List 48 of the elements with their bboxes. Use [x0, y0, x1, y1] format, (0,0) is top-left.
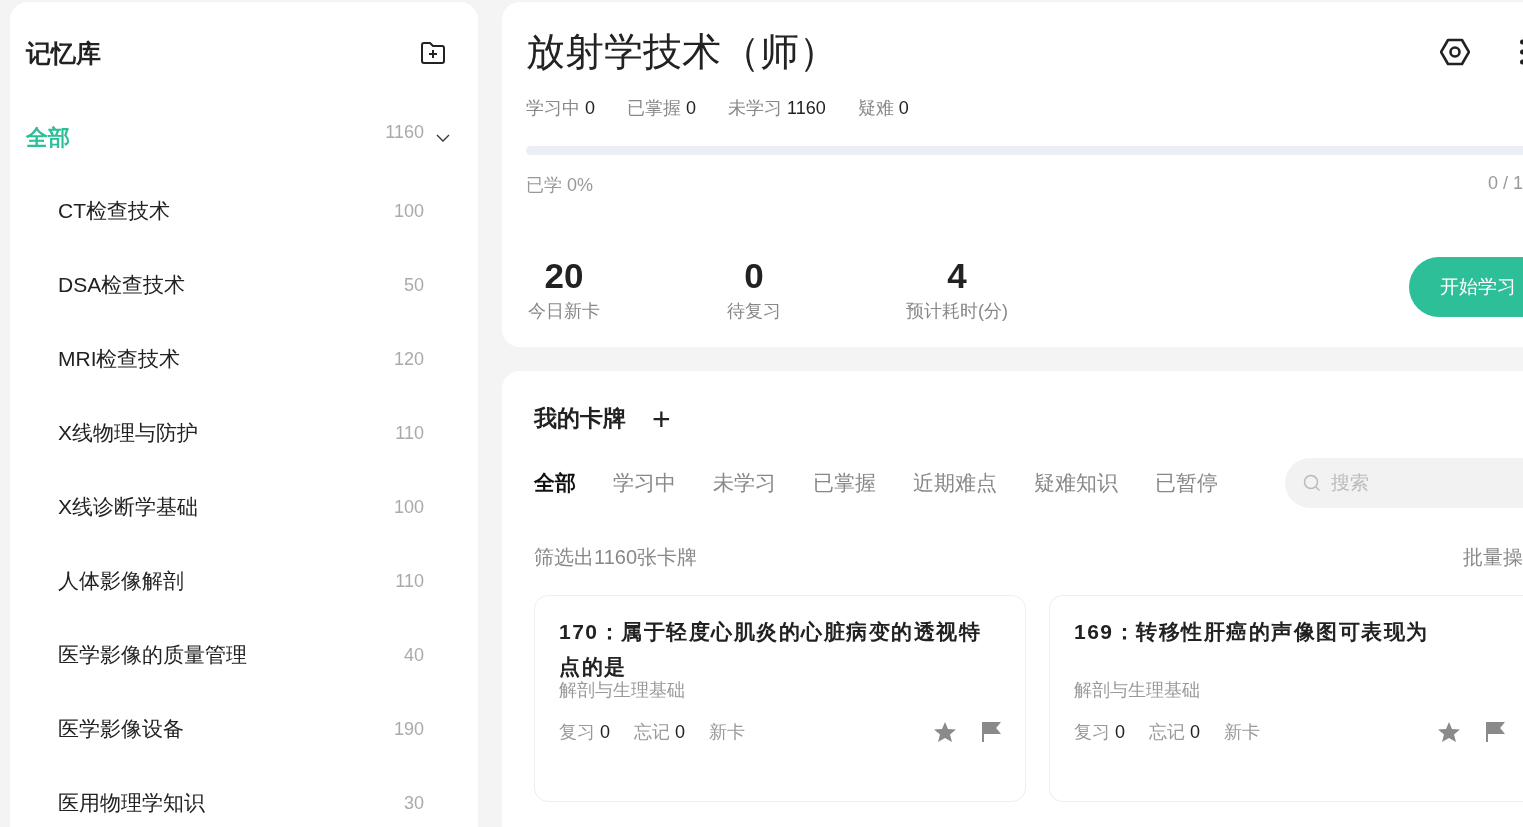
card-title: 170：属于轻度心肌炎的心脏病变的透视特点的是 [559, 619, 983, 680]
filter-tab[interactable]: 疑难知识 [1034, 469, 1118, 497]
filter-count-text: 筛选出1160张卡牌 [534, 545, 697, 570]
stat-text: 疑难 0 [857, 97, 909, 120]
filter-tab[interactable]: 近期难点 [913, 469, 997, 497]
stat-text: 已掌握 0 [627, 97, 697, 120]
sidebar-item[interactable]: 医用物理学知识 30 [26, 766, 478, 827]
progress-label: 已学 0% [526, 174, 594, 197]
progress-count: 0 / 1 [1487, 173, 1523, 195]
sidebar-item[interactable]: 医学影像的质量管理 40 [26, 618, 478, 692]
sidebar-item[interactable]: X线物理与防护 110 [26, 396, 478, 470]
filter-tab[interactable]: 全部 [534, 469, 576, 497]
deck-title: 放射学技术（师） [526, 29, 839, 75]
filter-tab[interactable]: 学习中 [613, 469, 676, 497]
batch-link[interactable]: 批量操 [1463, 544, 1523, 571]
sidebar-item[interactable]: DSA检查技术 50 [26, 248, 478, 322]
flash-card[interactable]: 169：转移性肝癌的声像图可表现为 解剖与生理基础 复习 0 忘记 0 新卡 [1049, 595, 1523, 802]
stat-text: 学习中 0 [526, 97, 595, 120]
stat-label: 今日新卡 [528, 300, 600, 323]
sidebar-item[interactable]: MRI检查技术 120 [26, 322, 478, 396]
filter-tab[interactable]: 已暂停 [1155, 469, 1218, 497]
card-title: 169：转移性肝癌的声像图可表现为 [1074, 619, 1430, 645]
stat-label: 待复习 [727, 300, 781, 323]
stat-value: 4 [947, 257, 967, 295]
stat-label: 预计耗时(分) [906, 300, 1008, 323]
filter-tab[interactable]: 已掌握 [813, 469, 876, 497]
card-status: 新卡 [1224, 721, 1261, 744]
section-title: 我的卡牌 [534, 404, 626, 433]
card-category: 解剖与生理基础 [1074, 679, 1201, 702]
stat-text: 未学习 1160 [728, 97, 826, 120]
review-count: 复习 0 [559, 721, 610, 744]
stat-value: 0 [744, 257, 764, 295]
forget-count: 忘记 0 [634, 721, 686, 744]
review-count: 复习 0 [1074, 721, 1125, 744]
sidebar-item[interactable]: 人体影像解剖 110 [26, 544, 478, 618]
filter-tab[interactable]: 未学习 [713, 469, 776, 497]
sidebar-item[interactable]: 医学影像设备 190 [26, 692, 478, 766]
card-category: 解剖与生理基础 [559, 679, 686, 702]
forget-count: 忘记 0 [1149, 721, 1201, 744]
sidebar-item[interactable]: CT检查技术 100 [26, 174, 478, 248]
card-status: 新卡 [709, 721, 746, 744]
sidebar-title: 记忆库 [26, 37, 101, 69]
category-count: 1160 [385, 121, 424, 143]
sidebar-item[interactable]: X线诊断学基础 100 [26, 470, 478, 544]
add-button[interactable]: + [652, 403, 671, 434]
stat-value: 20 [544, 257, 584, 295]
category-label: 全部 [26, 124, 71, 152]
flash-card[interactable]: 170：属于轻度心肌炎的心脏病变的透视特点的是 解剖与生理基础 复习 0 忘记 0 新卡 [534, 595, 1026, 802]
